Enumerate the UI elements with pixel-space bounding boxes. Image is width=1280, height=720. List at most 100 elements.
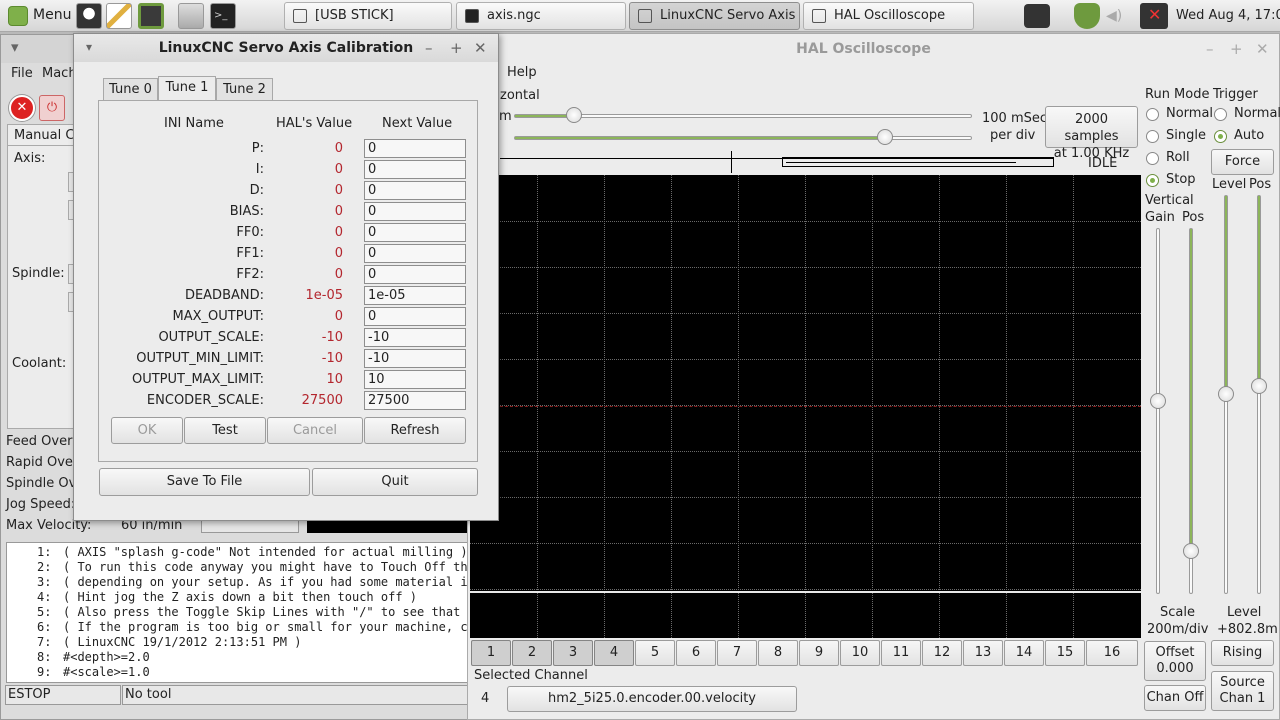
scope-display[interactable] [470, 175, 1141, 638]
param-next-value-input[interactable]: 0 [364, 223, 466, 242]
estop-button-icon[interactable]: ✕ [9, 95, 35, 121]
trigger-label-normal: Normal [1234, 106, 1280, 121]
param-next-value-input[interactable]: 0 [364, 265, 466, 284]
record-position-bar[interactable] [500, 151, 1054, 173]
param-next-value-input[interactable]: 0 [364, 181, 466, 200]
menu-button[interactable]: Menu [33, 7, 71, 23]
tux-launcher-icon[interactable] [76, 3, 102, 29]
menu-file[interactable]: File [11, 66, 33, 81]
channel-button-5[interactable]: 5 [635, 640, 675, 666]
channel-button-10[interactable]: 10 [840, 640, 880, 666]
volume-tray-icon[interactable]: ◀) [1106, 8, 1130, 24]
channel-button-11[interactable]: 11 [881, 640, 921, 666]
param-name: P: [251, 141, 264, 156]
param-next-value-input[interactable]: 0 [364, 307, 466, 326]
param-next-value-input[interactable]: 1e-05 [364, 286, 466, 305]
cancel-button[interactable]: Cancel [267, 417, 363, 444]
channel-button-16[interactable]: 16 [1086, 640, 1138, 666]
trigger-pos-slider[interactable] [1257, 195, 1261, 594]
menu-help[interactable]: Help [507, 65, 537, 80]
max-velocity-slider[interactable] [201, 519, 299, 533]
clock[interactable]: Wed Aug 4, 17:07 [1176, 8, 1280, 23]
channel-button-4[interactable]: 4 [594, 640, 634, 666]
shield-tray-icon[interactable] [1074, 3, 1100, 29]
calib-close-icon[interactable]: ✕ [474, 34, 487, 62]
zoom-slider[interactable] [514, 114, 972, 118]
channel-button-13[interactable]: 13 [963, 640, 1003, 666]
quit-button[interactable]: Quit [312, 468, 478, 496]
window-menu-icon[interactable]: ▾ [11, 35, 19, 59]
offset-button[interactable]: Offset 0.000 [1144, 641, 1206, 681]
channel-button-3[interactable]: 3 [553, 640, 593, 666]
chan-off-button[interactable]: Chan Off [1144, 685, 1206, 711]
channel-button-12[interactable]: 12 [922, 640, 962, 666]
param-next-value-input[interactable]: 27500 [364, 391, 466, 410]
param-next-value-input[interactable]: 0 [364, 244, 466, 263]
vertical-gain-knob[interactable] [1150, 393, 1166, 409]
text-editor-icon[interactable] [106, 3, 132, 29]
rising-button[interactable]: Rising [1211, 640, 1274, 666]
run-mode-label-normal: Normal [1166, 106, 1214, 121]
param-next-value-input[interactable]: 0 [364, 160, 466, 179]
param-hal-value: 0 [334, 225, 343, 240]
trigger-radio-normal[interactable] [1214, 108, 1227, 121]
task-hal-oscilloscope[interactable]: HAL Oscilloscope [803, 2, 974, 30]
menu-machine[interactable]: Mach [42, 66, 77, 81]
vertical-pos-slider[interactable] [1189, 228, 1193, 594]
tab-tune-0[interactable]: Tune 0 [103, 78, 158, 100]
refresh-button[interactable]: Refresh [364, 417, 466, 444]
channel-button-1[interactable]: 1 [471, 640, 511, 666]
trigger-pos-knob[interactable] [1251, 378, 1267, 394]
param-next-value-input[interactable]: 0 [364, 139, 466, 158]
param-next-value-input[interactable]: -10 [364, 349, 466, 368]
save-to-file-button[interactable]: Save To File [99, 468, 310, 496]
source-button[interactable]: Source Chan 1 [1211, 671, 1274, 711]
zoom-slider-knob[interactable] [565, 107, 582, 123]
position-slider[interactable] [514, 136, 972, 140]
param-next-value-input[interactable]: 0 [364, 202, 466, 221]
scope-minimize-icon[interactable]: – [1206, 34, 1214, 64]
run-mode-radio-stop[interactable] [1146, 174, 1159, 187]
manual-control-tab[interactable]: Manual Co [7, 124, 82, 146]
tab-tune-2[interactable]: Tune 2 [216, 78, 273, 100]
channel-button-15[interactable]: 15 [1045, 640, 1085, 666]
monitor-icon[interactable] [138, 3, 164, 29]
trigger-radio-auto[interactable] [1214, 130, 1227, 143]
network-tray-icon[interactable]: ✕ [1140, 3, 1168, 29]
files-icon[interactable] [178, 3, 204, 29]
channel-button-14[interactable]: 14 [1004, 640, 1044, 666]
task-servo-calibration[interactable]: LinuxCNC Servo Axis ... [629, 2, 800, 30]
webcam-tray-icon[interactable] [1024, 4, 1050, 28]
machine-power-icon[interactable]: ⏻ [39, 95, 65, 121]
run-mode-radio-normal[interactable] [1146, 108, 1159, 121]
position-slider-knob[interactable] [876, 129, 893, 145]
trigger-level-knob[interactable] [1218, 386, 1234, 402]
calib-maximize-icon[interactable]: + [450, 34, 463, 62]
param-next-value-input[interactable]: -10 [364, 328, 466, 347]
channel-button-8[interactable]: 8 [758, 640, 798, 666]
ok-button[interactable]: OK [111, 417, 183, 444]
channel-button-6[interactable]: 6 [676, 640, 716, 666]
tab-tune-1[interactable]: Tune 1 [158, 76, 216, 101]
vertical-gain-slider[interactable] [1156, 228, 1160, 594]
terminal-icon[interactable]: >_ [210, 3, 236, 29]
scope-maximize-icon[interactable]: + [1230, 34, 1243, 64]
vertical-pos-knob[interactable] [1183, 543, 1199, 559]
mint-logo-icon[interactable] [8, 6, 28, 26]
run-mode-radio-roll[interactable] [1146, 152, 1159, 165]
samples-button[interactable]: 2000 samples at 1.00 KHz [1045, 106, 1138, 161]
gcode-listing[interactable]: 1: ( AXIS "splash g-code" Not intended fo… [6, 542, 482, 683]
channel-button-2[interactable]: 2 [512, 640, 552, 666]
task-axis-ngc[interactable]: axis.ngc [456, 2, 626, 30]
scope-close-icon[interactable]: ✕ [1256, 34, 1269, 64]
calib-menu-icon[interactable]: ▾ [86, 34, 92, 60]
test-button[interactable]: Test [184, 417, 266, 444]
run-mode-radio-single[interactable] [1146, 130, 1159, 143]
force-button[interactable]: Force [1211, 149, 1274, 175]
channel-button-7[interactable]: 7 [717, 640, 757, 666]
selected-channel-name[interactable]: hm2_5i25.0.encoder.00.velocity [507, 686, 797, 712]
channel-button-9[interactable]: 9 [799, 640, 839, 666]
calib-minimize-icon[interactable]: – [425, 34, 433, 62]
task-usb-stick[interactable]: [USB STICK] [284, 2, 452, 30]
param-next-value-input[interactable]: 10 [364, 370, 466, 389]
